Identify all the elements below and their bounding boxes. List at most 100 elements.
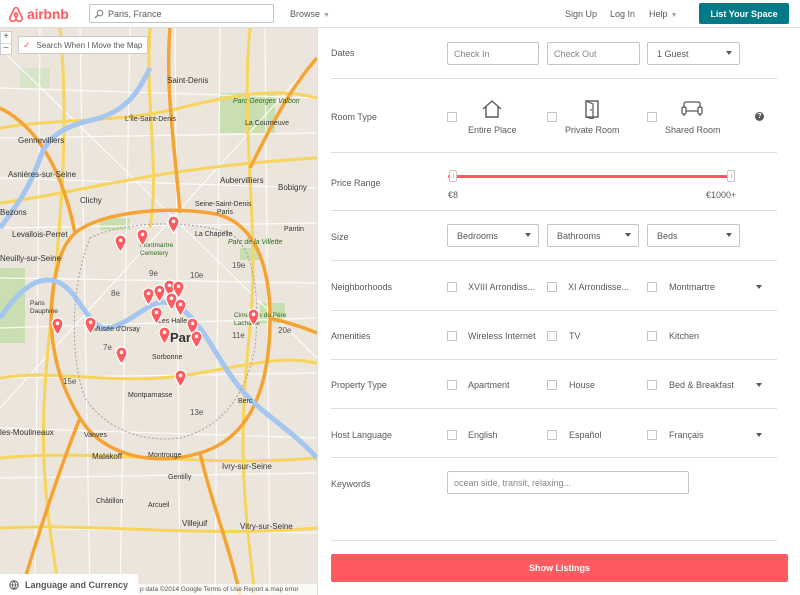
help-dropdown[interactable]: Help ▼ [649,9,677,19]
listing-pin-icon[interactable] [51,317,64,336]
map-label: Montparnasse [128,392,173,399]
property-type-checkbox[interactable] [647,380,657,390]
property-type-checkbox[interactable] [447,380,457,390]
check-out-input[interactable]: Check Out [547,42,640,65]
map-label: Châtillon [96,498,124,505]
listing-pin-icon[interactable] [114,234,127,253]
language-currency-label: Language and Currency [25,579,129,590]
chevron-down-icon: ▼ [323,12,330,19]
dates-label: Dates [331,48,355,58]
map-label: 9e [149,269,158,278]
room-type-label: Room Type [331,112,377,122]
amenity-checkbox[interactable] [547,331,557,341]
price-slider-track[interactable] [448,175,728,178]
amenity-label: Wireless Internet [468,331,536,341]
keywords-label: Keywords [331,479,371,489]
zoom-in-button[interactable]: + [1,32,11,43]
map-label: Sorbonne [152,354,183,361]
language-checkbox[interactable] [547,430,557,440]
listing-pin-icon[interactable] [174,298,187,317]
search-when-move-toggle[interactable]: ✓ Search When I Move the Map [18,36,148,54]
amenity-label: TV [569,331,581,341]
airbnb-logo[interactable]: airbnb [8,4,69,24]
property-type-label: Property Type [331,380,387,390]
show-listings-button[interactable]: Show Listings [331,554,788,582]
property-type-checkbox[interactable] [547,380,557,390]
host-language-expand-icon[interactable] [756,433,762,437]
property-type-expand-icon[interactable] [756,383,762,387]
price-max-handle[interactable] [727,170,735,182]
host-language-label: Host Language [331,430,393,440]
beds-select[interactable]: Beds [647,224,740,247]
keywords-row: Keywords ocean side, transit, relaxing..… [331,458,777,541]
amenity-label: Kitchen [669,331,700,341]
shared-room-checkbox[interactable] [647,112,657,122]
beds-value: Beds [657,230,678,241]
listing-pin-icon[interactable] [167,215,180,234]
guests-select[interactable]: 1 Guest [647,42,740,65]
login-link[interactable]: Log In [610,9,635,19]
listing-pin-icon[interactable] [190,330,203,349]
listing-pin-icon[interactable] [158,326,171,345]
price-min-handle[interactable] [449,170,457,182]
language-currency-button[interactable]: Language and Currency [0,574,138,595]
bedrooms-select[interactable]: Bedrooms [447,224,539,247]
language-checkbox[interactable] [647,430,657,440]
search-value: Paris, France [108,8,162,19]
language-label: Français [669,430,704,440]
map-panel[interactable]: Saint-Denis Parc Georges Valbon Gennevil… [0,28,317,595]
listing-pin-icon[interactable] [84,316,97,335]
listing-pin-icon[interactable] [150,306,163,325]
airbnb-logo-icon [9,6,23,22]
neighborhood-checkbox[interactable] [447,282,457,292]
search-icon [94,9,104,18]
logo-wordmark: airbnb [27,6,69,22]
map-label: Paris Dauphine [30,300,58,315]
neighborhoods-expand-icon[interactable] [756,285,762,289]
list-your-space-button[interactable]: List Your Space [699,3,789,24]
check-in-input[interactable]: Check In [447,42,539,65]
help-icon[interactable]: ? [755,112,764,121]
listing-pin-icon[interactable] [174,369,187,388]
price-range-label: Price Range [331,178,381,188]
listing-pin-icon[interactable] [115,346,128,365]
map-label: Montrouge [148,452,182,459]
map-label: Pantin [284,226,304,233]
map-label: Aubervilliers [220,176,264,185]
location-search-input[interactable]: Paris, France [89,4,274,23]
room-type-row: Room Type Entire Place Private Room Shar… [331,79,777,153]
amenities-row: Amenities Wireless Internet TV Kitchen [331,311,777,360]
map-label: Seine-Saint-Denis [195,201,252,208]
price-min-label: €8 [448,190,459,200]
neighborhood-checkbox[interactable] [647,282,657,292]
map-label: Parc de la Villette [228,239,283,246]
language-checkbox[interactable] [447,430,457,440]
listing-pin-icon[interactable] [136,228,149,247]
size-row: Size Bedrooms Bathrooms Beds [331,211,777,261]
private-room-checkbox[interactable] [547,112,557,122]
map-label: Malakoff [92,452,123,461]
language-label: English [468,430,498,440]
listing-pin-icon[interactable] [247,308,260,327]
property-type-option-label: Apartment [468,380,510,390]
bathrooms-select[interactable]: Bathrooms [547,224,639,247]
map-attribution: p data ©2014 Google Terms of Use Report … [138,584,317,595]
signup-link[interactable]: Sign Up [565,9,597,19]
map-label: 8e [111,289,120,298]
keywords-input[interactable]: ocean side, transit, relaxing... [447,471,689,494]
zoom-out-button[interactable]: − [1,43,11,54]
dates-row: Dates Check In Check Out 1 Guest [331,28,777,79]
map-label: Neuilly-sur-Seine [0,254,61,263]
help-label: Help [649,9,668,19]
map-label: Arcueil [148,502,170,509]
neighborhood-label: XI Arrondisse... [568,282,630,292]
map-zoom-control: + − [0,31,12,55]
browse-dropdown[interactable]: Browse ▼ [290,9,330,19]
filters-panel: Dates Check In Check Out 1 Guest Room Ty… [317,28,800,595]
property-type-option-label: House [569,380,596,390]
map-label: Vanves [84,432,107,439]
neighborhood-checkbox[interactable] [547,282,557,292]
entire-place-checkbox[interactable] [447,112,457,122]
amenity-checkbox[interactable] [447,331,457,341]
amenity-checkbox[interactable] [647,331,657,341]
